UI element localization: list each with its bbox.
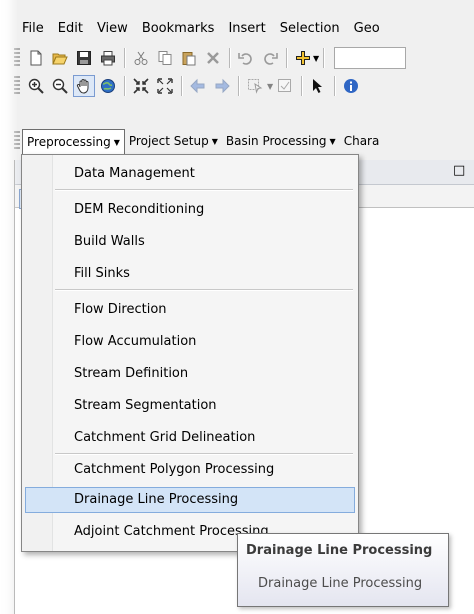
menu-separator [55, 189, 353, 190]
pan-icon[interactable] [73, 75, 95, 97]
undo-icon[interactable] [235, 47, 257, 69]
tooltip-title: Drainage Line Processing [246, 543, 433, 558]
menu-separator [55, 453, 353, 454]
menu-item-label: Catchment Polygon Processing [74, 462, 275, 477]
menu-item-label: Stream Definition [74, 366, 189, 381]
tools-toolbar: ▼ [14, 72, 474, 100]
command-tooltip: Drainage Line Processing Drainage Line P… [237, 533, 449, 607]
select-elements-icon[interactable] [307, 75, 329, 97]
select-features-icon[interactable] [244, 75, 266, 97]
open-folder-icon[interactable] [49, 47, 71, 69]
arcmap-window: File Edit View Bookmarks Insert Selectio… [0, 0, 474, 614]
menu-bookmarks[interactable]: Bookmarks [135, 14, 222, 44]
menu-edit[interactable]: Edit [51, 14, 90, 44]
extension-toolbar: Preprocessing ▼ Project Setup ▼ Basin Pr… [14, 128, 474, 155]
chevron-down-icon: ▼ [329, 136, 336, 146]
toolbar-separator [181, 76, 182, 96]
toolbar-separator [301, 76, 303, 96]
menu-item-catchment-polygon-processing[interactable]: Catchment Polygon Processing [25, 457, 355, 483]
standard-toolbar: ▼ [14, 44, 474, 72]
save-icon[interactable] [73, 47, 95, 69]
menu-separator [55, 289, 353, 290]
menu-item-label: Drainage Line Processing [74, 492, 239, 507]
menu-file[interactable]: File [0, 14, 51, 44]
preprocessing-menu-button[interactable]: Preprocessing ▼ [22, 128, 125, 155]
menu-item-catchment-grid-delineation[interactable]: Catchment Grid Delineation [25, 425, 355, 451]
preprocessing-dropdown-menu: Data Management DEM Reconditioning Build… [21, 154, 359, 552]
menu-item-stream-definition[interactable]: Stream Definition [25, 361, 355, 387]
menu-item-data-management[interactable]: Data Management [25, 161, 355, 187]
preprocessing-menu-label: Preprocessing [27, 135, 111, 149]
menu-insert[interactable]: Insert [221, 14, 272, 44]
fixed-zoom-out-icon[interactable] [154, 75, 176, 97]
zoom-out-icon[interactable] [49, 75, 71, 97]
toolbar-separator [124, 76, 125, 96]
menu-geoprocessing[interactable]: Geo [347, 14, 387, 44]
maximize-icon[interactable]: □ [453, 163, 465, 178]
zoom-in-icon[interactable] [25, 75, 47, 97]
new-document-icon[interactable] [25, 47, 47, 69]
print-icon[interactable] [97, 47, 119, 69]
menu-item-label: Catchment Grid Delineation [74, 430, 256, 445]
characterization-menu-label: Chara [343, 134, 380, 148]
menu-item-dem-reconditioning[interactable]: DEM Reconditioning [25, 197, 355, 223]
identify-icon[interactable] [340, 75, 362, 97]
toolbar-grip[interactable] [14, 131, 20, 151]
menu-item-label: Build Walls [74, 234, 145, 249]
toolbar-separator [323, 48, 325, 68]
menu-item-flow-direction[interactable]: Flow Direction [25, 297, 355, 323]
menu-item-fill-sinks[interactable]: Fill Sinks [25, 261, 355, 287]
full-extent-icon[interactable] [97, 75, 119, 97]
basin-processing-menu-button[interactable]: Basin Processing ▼ [222, 129, 340, 153]
menu-item-drainage-line-processing[interactable]: Drainage Line Processing [25, 487, 355, 513]
chevron-down-icon: ▼ [211, 136, 218, 146]
project-setup-menu-button[interactable]: Project Setup ▼ [125, 129, 222, 153]
toolbar-grip[interactable] [14, 48, 20, 68]
menu-item-label: Fill Sinks [74, 266, 130, 281]
delete-icon[interactable] [202, 47, 224, 69]
copy-icon[interactable] [154, 47, 176, 69]
project-setup-menu-label: Project Setup [128, 134, 209, 148]
back-extent-icon[interactable] [187, 75, 209, 97]
chevron-down-icon: ▼ [113, 137, 120, 147]
characterization-menu-button[interactable]: Chara [340, 129, 384, 153]
basin-processing-menu-label: Basin Processing [225, 134, 327, 148]
clear-selection-icon[interactable] [274, 75, 296, 97]
toolbar-grip[interactable] [14, 76, 20, 96]
menu-item-label: Stream Segmentation [74, 398, 217, 413]
forward-extent-icon[interactable] [211, 75, 233, 97]
menu-view[interactable]: View [90, 14, 135, 44]
toolbar-separator [238, 76, 239, 96]
cut-icon[interactable] [130, 47, 152, 69]
toolbar-separator [229, 48, 230, 68]
menu-bar: File Edit View Bookmarks Insert Selectio… [0, 14, 474, 44]
chevron-down-icon[interactable]: ▼ [267, 82, 273, 91]
toolbar-separator [334, 76, 336, 96]
menu-item-label: Flow Accumulation [74, 334, 197, 349]
menu-item-label: Data Management [74, 166, 195, 181]
fixed-zoom-in-icon[interactable] [130, 75, 152, 97]
chevron-down-icon[interactable]: ▼ [313, 54, 319, 63]
menu-item-label: Flow Direction [74, 302, 167, 317]
tooltip-description: Drainage Line Processing [258, 576, 423, 591]
menu-selection[interactable]: Selection [273, 14, 347, 44]
add-data-icon[interactable] [292, 47, 314, 69]
menu-item-flow-accumulation[interactable]: Flow Accumulation [25, 329, 355, 355]
menu-item-stream-segmentation[interactable]: Stream Segmentation [25, 393, 355, 419]
paste-icon[interactable] [178, 47, 200, 69]
toolbar-separator [286, 48, 287, 68]
redo-icon[interactable] [259, 47, 281, 69]
menu-item-label: DEM Reconditioning [74, 202, 205, 217]
menu-item-build-walls[interactable]: Build Walls [25, 229, 355, 255]
map-scale-combo[interactable] [334, 47, 407, 69]
toolbar-separator [124, 48, 125, 68]
